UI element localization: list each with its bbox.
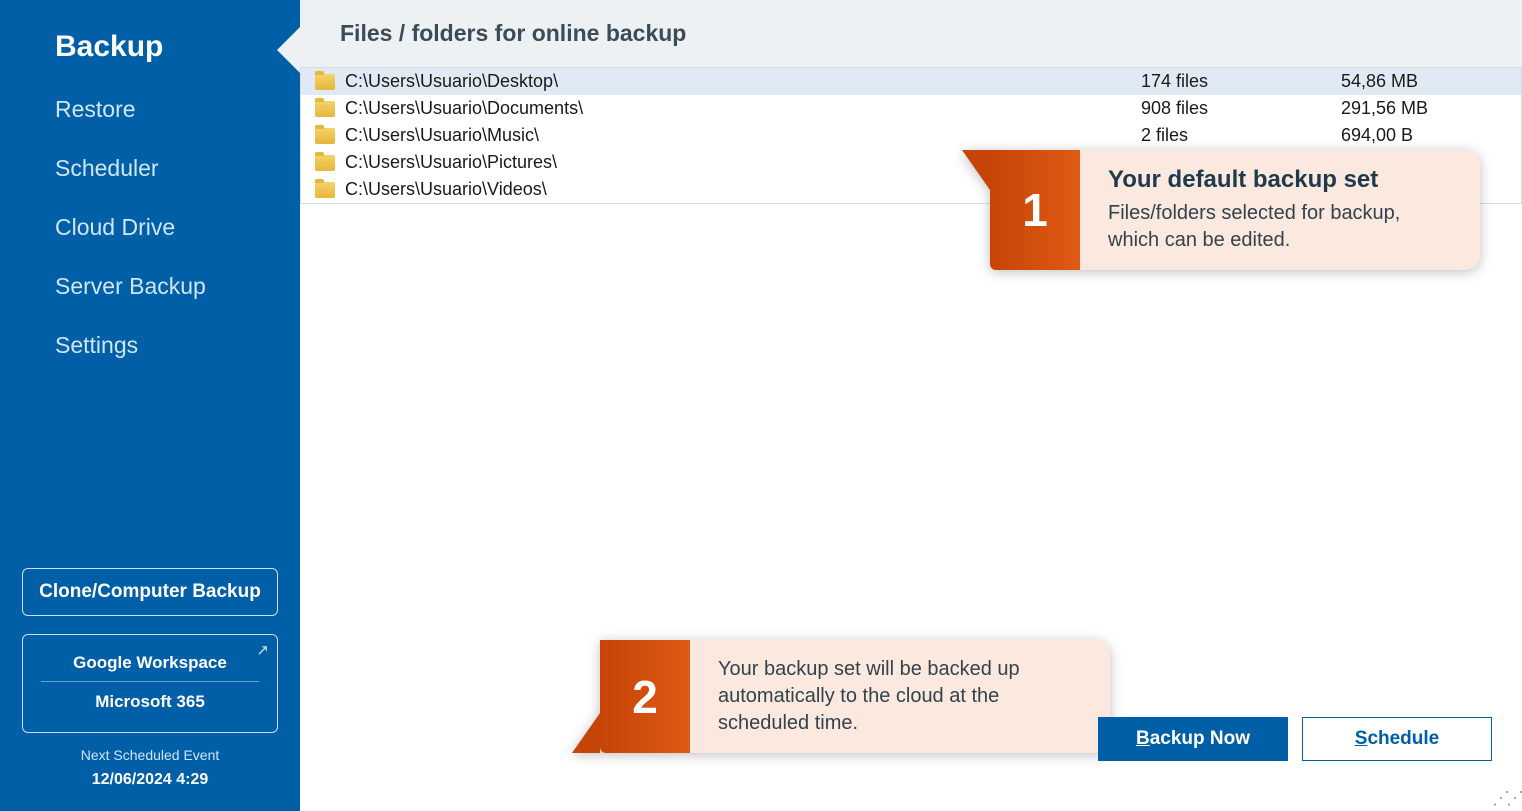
file-row[interactable]: C:\Users\Usuario\Desktop\ 174 files 54,8… <box>301 68 1521 95</box>
callout-desc: Your backup set will be backed up automa… <box>718 656 1082 737</box>
main-panel: Files / folders for online backup C:\Use… <box>300 0 1522 811</box>
services-box: ↗ Google Workspace Microsoft 365 <box>22 634 278 733</box>
callout-body: Your default backup set Files/folders se… <box>1080 150 1480 270</box>
callout-badge: 2 <box>600 640 690 753</box>
sidebar: Backup Restore Scheduler Cloud Drive Ser… <box>0 0 300 811</box>
next-scheduled-label: Next Scheduled Event <box>22 747 278 763</box>
sidebar-item-backup[interactable]: Backup <box>0 20 300 80</box>
file-path: C:\Users\Usuario\Music\ <box>345 125 1141 146</box>
callout-body: Your backup set will be backed up automa… <box>690 640 1110 753</box>
file-count: 908 files <box>1141 98 1341 119</box>
sidebar-item-scheduler[interactable]: Scheduler <box>0 139 300 198</box>
footer-buttons: Backup Now Schedule <box>1098 717 1492 761</box>
sidebar-item-cloud-drive[interactable]: Cloud Drive <box>0 198 300 257</box>
folder-icon <box>315 101 335 117</box>
sidebar-item-server-backup[interactable]: Server Backup <box>0 257 300 316</box>
schedule-button[interactable]: Schedule <box>1302 717 1492 761</box>
file-size: 694,00 B <box>1341 125 1521 146</box>
service-microsoft-365[interactable]: Microsoft 365 <box>41 681 259 720</box>
sidebar-item-settings[interactable]: Settings <box>0 316 300 375</box>
callout-title: Your default backup set <box>1108 166 1452 194</box>
folder-icon <box>315 155 335 171</box>
folder-icon <box>315 128 335 144</box>
page-title: Files / folders for online backup <box>300 0 1522 68</box>
backup-now-button[interactable]: Backup Now <box>1098 717 1288 761</box>
next-scheduled-time: 12/06/2024 4:29 <box>22 771 278 789</box>
callout-1: 1 Your default backup set Files/folders … <box>990 150 1480 270</box>
resize-grip-icon[interactable]: ⋰⋰ <box>1492 788 1520 809</box>
file-path: C:\Users\Usuario\Desktop\ <box>345 71 1141 92</box>
file-count: 174 files <box>1141 71 1341 92</box>
service-google-workspace[interactable]: Google Workspace <box>23 645 277 681</box>
sidebar-bottom: Clone/Computer Backup ↗ Google Workspace… <box>0 568 300 811</box>
file-row[interactable]: C:\Users\Usuario\Music\ 2 files 694,00 B <box>301 122 1521 149</box>
folder-icon <box>315 182 335 198</box>
callout-desc: Files/folders selected for backup, which… <box>1108 200 1452 254</box>
external-link-icon: ↗ <box>256 641 269 659</box>
callout-badge: 1 <box>990 150 1080 270</box>
file-size: 54,86 MB <box>1341 71 1521 92</box>
sidebar-nav: Backup Restore Scheduler Cloud Drive Ser… <box>0 20 300 375</box>
file-row[interactable]: C:\Users\Usuario\Documents\ 908 files 29… <box>301 95 1521 122</box>
file-count: 2 files <box>1141 125 1341 146</box>
clone-computer-backup-button[interactable]: Clone/Computer Backup <box>22 568 278 616</box>
callout-2: 2 Your backup set will be backed up auto… <box>600 640 1110 753</box>
file-path: C:\Users\Usuario\Documents\ <box>345 98 1141 119</box>
folder-icon <box>315 74 335 90</box>
file-size: 291,56 MB <box>1341 98 1521 119</box>
sidebar-item-restore[interactable]: Restore <box>0 80 300 139</box>
